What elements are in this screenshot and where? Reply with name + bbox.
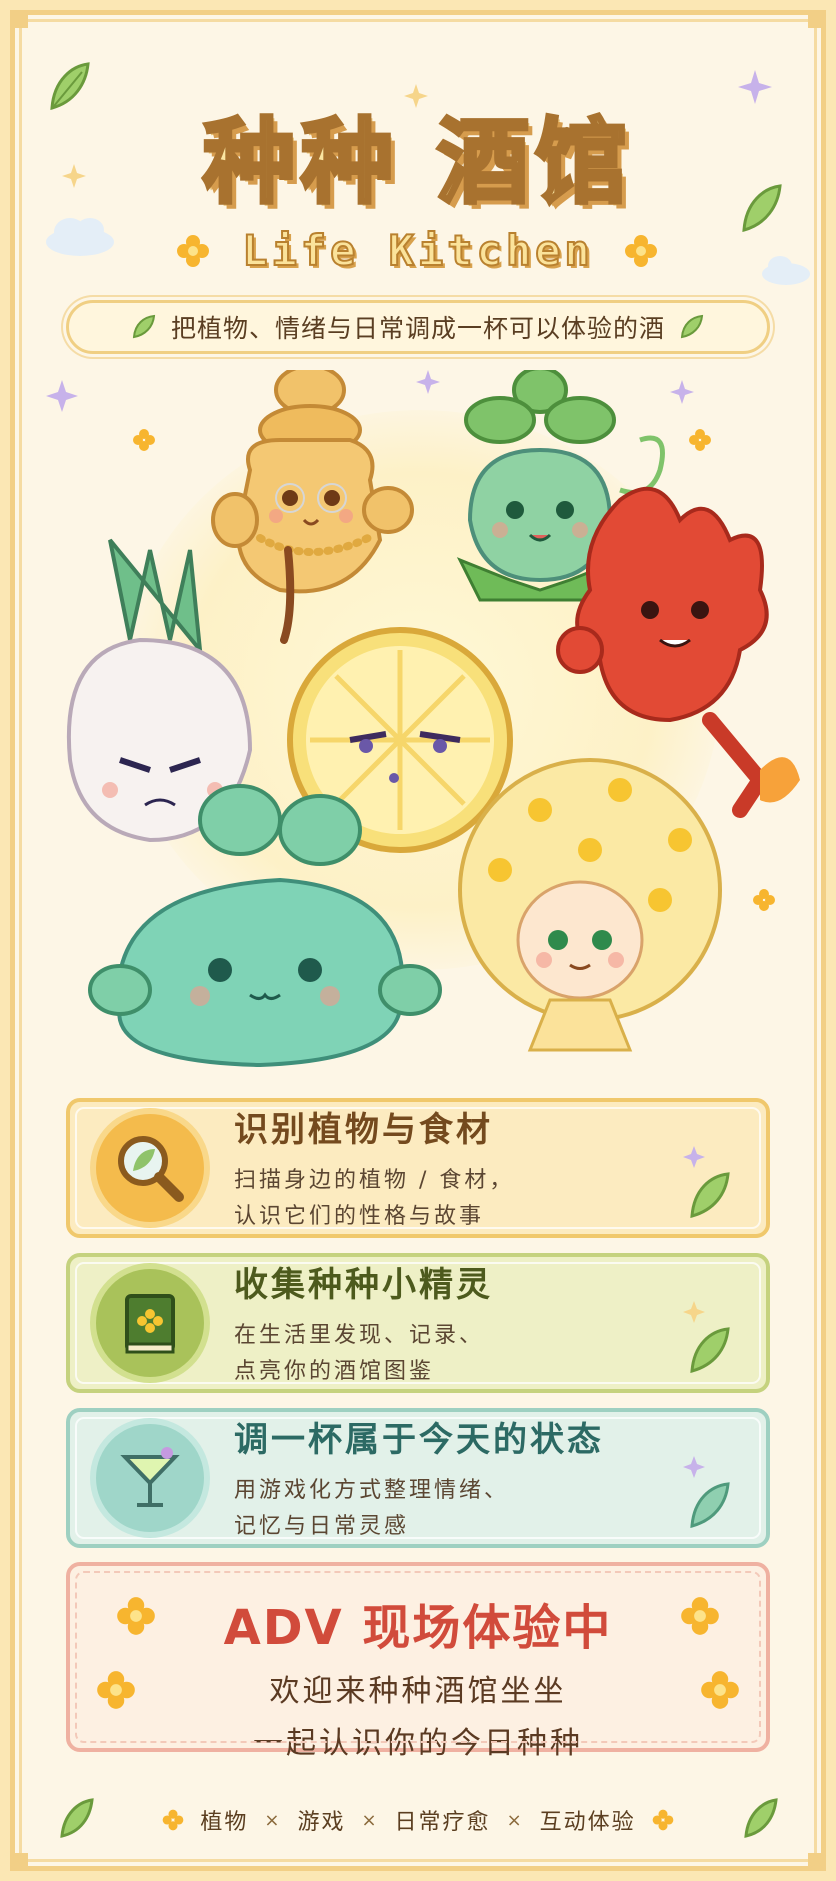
sparkle-icon [46,380,78,412]
feature-card-collect[interactable]: 收集种种小精灵 在生活里发现、记录、 点亮你的酒馆图鉴 [66,1253,770,1393]
leaf-icon [683,1456,730,1529]
flower-icon [133,429,155,451]
feature-description-line: 点亮你的酒馆图鉴 [234,1358,435,1384]
feature-title: 收集种种小精灵 [234,1264,493,1305]
tagline-ribbon: 把植物、情绪与日常调成一杯可以体验的酒 [66,300,770,354]
flower-icon [652,1809,674,1831]
flower-icon [97,1671,135,1709]
poster-subtitle: Life Kitchen [241,225,594,276]
feature-description-line: 认识它们的性格与故事 [234,1203,485,1229]
flower-icon [162,1809,184,1831]
leaf-icon [680,314,704,339]
frame-corner [10,1853,28,1871]
flower-icon [689,429,711,451]
footer-tag: 互动体验 [539,1810,636,1835]
footer-separator: × [264,1809,282,1831]
sparkle-icon [670,380,694,404]
frame-corner [808,1853,826,1871]
flower-icon [681,1597,719,1635]
leaf-icon [132,314,156,339]
card-inner-border [75,1571,761,1743]
flower-icon [625,235,657,267]
footer-separator: × [506,1809,524,1831]
cocktail-icon [96,1424,204,1532]
osmanthus-girl-character [458,758,722,1052]
feature-title: 识别植物与食材 [234,1109,493,1150]
feature-title: 调一杯属于今天的状态 [234,1419,604,1460]
leaf-icon [683,1146,730,1219]
feature-description-line: 扫描身边的植物 / 食材， [234,1167,515,1193]
footer-tag: 游戏 [297,1810,346,1835]
footer-tags: 植物 × 游戏 × 日常疗愈 × 互动体验 [0,1796,836,1844]
frame-corner [808,10,826,28]
sparkle-icon [416,370,440,394]
leaf-icon [60,1798,94,1838]
event-card[interactable]: ADV 现场体验中 欢迎来种种酒馆坐坐 一起认识你的今日种种 [66,1562,770,1761]
book-icon [96,1269,204,1377]
tagline-text: 把植物、情绪与日常调成一杯可以体验的酒 [170,314,665,343]
ginger-granny-character [211,370,414,644]
flower-icon [701,1671,739,1709]
frame-corner [10,10,28,28]
feature-description-line: 在生活里发现、记录、 [234,1322,485,1348]
footer-tag: 日常疗愈 [394,1810,491,1835]
leaf-icon [744,1798,778,1838]
feature-card-identify[interactable]: 识别植物与食材 扫描身边的植物 / 食材， 认识它们的性格与故事 [66,1098,770,1238]
footer-tag: 植物 [200,1810,249,1835]
flower-icon [753,889,775,911]
footer-separator: × [361,1809,379,1831]
poster-title: 种种 酒馆 [201,107,634,218]
character-illustration [30,370,806,1090]
feature-description-line: 记忆与日常灵感 [234,1513,410,1539]
magnifier-leaf-icon [96,1114,204,1222]
feature-card-mix[interactable]: 调一杯属于今天的状态 用游戏化方式整理情绪、 记忆与日常灵感 [66,1408,770,1548]
feature-description-line: 用游戏化方式整理情绪、 [234,1477,510,1503]
flower-icon [117,1597,155,1635]
leaf-icon [683,1301,730,1374]
